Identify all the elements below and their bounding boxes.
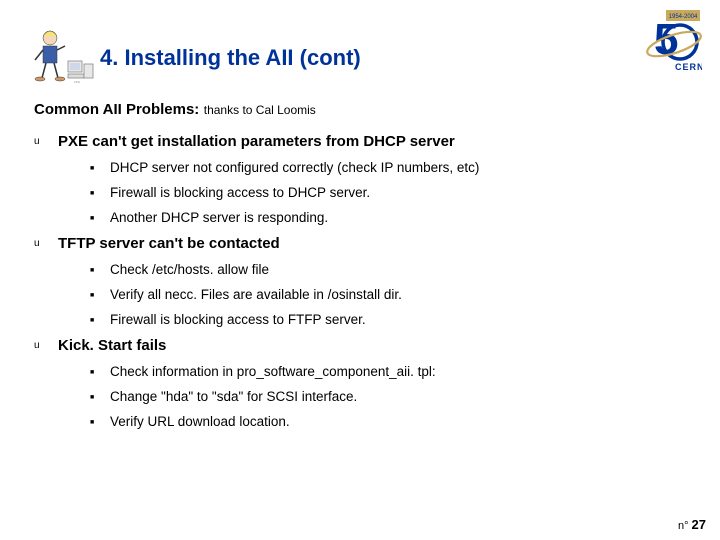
item-text: Firewall is blocking access to DHCP serv…: [110, 185, 370, 200]
item-text: Firewall is blocking access to FTFP serv…: [110, 312, 366, 327]
page-prefix: n°: [678, 520, 692, 532]
list-item: ■ Firewall is blocking access to DHCP se…: [90, 185, 686, 200]
item-text: Check /etc/hosts. allow file: [110, 262, 269, 277]
content-area: Common AII Problems: thanks to Cal Loomi…: [0, 101, 720, 429]
subtitle-credit: thanks to Cal Loomis: [204, 103, 316, 117]
bullet-icon: ■: [90, 267, 96, 274]
list-item: ■ Change "hda" to "sda" for SCSI interfa…: [90, 389, 686, 404]
bullet-icon: ■: [90, 369, 96, 376]
page-num: 27: [692, 517, 706, 532]
list-item: u Kick. Start fails: [34, 337, 686, 354]
list-item: ■ Check /etc/hosts. allow file: [90, 262, 686, 277]
svg-text:ITS: ITS: [74, 80, 81, 83]
logo-label: CERN: [675, 62, 702, 72]
list-item: ■ Verify URL download location.: [90, 414, 686, 429]
item-text: Check information in pro_software_compon…: [110, 364, 436, 379]
subtitle-bold: Common AII Problems:: [34, 101, 199, 118]
bullet-icon: ■: [90, 165, 96, 172]
anniversary-logo-icon: 1954-2004 5 CERN: [634, 8, 702, 76]
list-item: ■ Firewall is blocking access to FTFP se…: [90, 312, 686, 327]
page-title: 4. Installing the AII (cont): [100, 45, 361, 71]
item-text: Another DHCP server is responding.: [110, 210, 328, 225]
bullet-icon: ■: [90, 215, 96, 222]
list-item: ■ Another DHCP server is responding.: [90, 210, 686, 225]
bullet-icon: ■: [90, 190, 96, 197]
heading-text: TFTP server can't be contacted: [58, 235, 280, 252]
item-text: Verify URL download location.: [110, 414, 290, 429]
list-item: ■ DHCP server not configured correctly (…: [90, 160, 686, 175]
bullet-icon: ■: [90, 419, 96, 426]
list-item: u PXE can't get installation parameters …: [34, 133, 686, 150]
bullet-icon: u: [34, 238, 44, 249]
list-item: ■ Check information in pro_software_comp…: [90, 364, 686, 379]
heading-text: Kick. Start fails: [58, 337, 166, 354]
subtitle: Common AII Problems: thanks to Cal Loomi…: [34, 101, 686, 119]
page-number: n° 27: [678, 517, 706, 532]
bullet-icon: u: [34, 340, 44, 351]
heading-text: PXE can't get installation parameters fr…: [58, 133, 455, 150]
item-text: DHCP server not configured correctly (ch…: [110, 160, 479, 175]
list-item: u TFTP server can't be contacted: [34, 235, 686, 252]
item-text: Change "hda" to "sda" for SCSI interface…: [110, 389, 357, 404]
bullet-icon: ■: [90, 317, 96, 324]
bullet-icon: u: [34, 136, 44, 147]
item-text: Verify all necc. Files are available in …: [110, 287, 402, 302]
mascot-icon: ITS: [30, 28, 95, 83]
list-item: ■ Verify all necc. Files are available i…: [90, 287, 686, 302]
bullet-icon: ■: [90, 292, 96, 299]
bullet-icon: ■: [90, 394, 96, 401]
slide-header: ITS 1954-2004 5 CERN 4. Installing the A…: [0, 0, 720, 95]
